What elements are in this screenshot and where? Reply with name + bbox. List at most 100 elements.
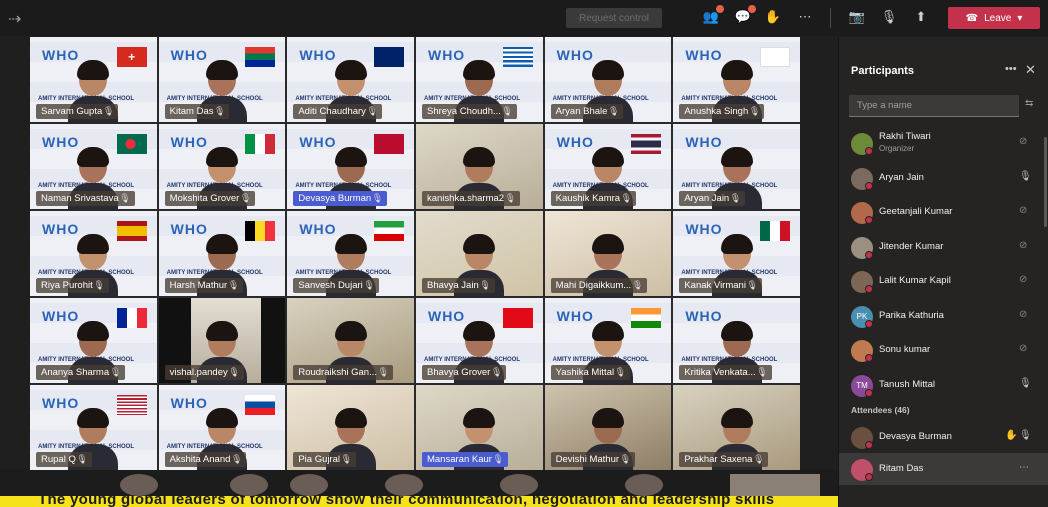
bangladesh-flag-icon (116, 134, 147, 154)
video-tile[interactable]: vishal.pandey 🎙 (158, 298, 286, 383)
status-dot (865, 147, 873, 155)
shared-screen-thumbnail[interactable] (730, 474, 820, 496)
mic-muted-icon[interactable]: 🎙 (880, 8, 898, 26)
participant-name: Ritam Das (879, 463, 924, 474)
video-tile[interactable]: WHOAMITY INTERNATIONAL SCHOOLKritika Ven… (673, 298, 800, 383)
mic-icon: 🎙 (109, 367, 122, 377)
share-invite-icon[interactable]: ⇆ (1025, 98, 1033, 109)
participant-row[interactable]: TM Tanush Mittal 🎙 (839, 369, 1048, 401)
mic-on-icon[interactable]: 🎙 (1019, 378, 1032, 389)
mic-icon: 🎙 (363, 280, 375, 290)
chevron-down-icon[interactable]: ▾ (1017, 13, 1022, 24)
participant-name-label: Aryan Bhale 🎙 (550, 104, 624, 119)
video-tile[interactable]: WHOAMITY INTERNATIONAL SCHOOLBhavya Grov… (415, 298, 543, 383)
video-tile[interactable]: WHOAMITY INTERNATIONAL SCHOOLAkshita Ana… (158, 385, 286, 470)
video-tile[interactable]: kanishka.sharma2 🎙 (415, 124, 543, 209)
participant-thumbnail[interactable] (385, 474, 423, 496)
participant-name-label: Rupal Q 🎙 (36, 452, 92, 467)
mic-icon: 🎙 (340, 454, 353, 464)
mic-on-icon[interactable]: 🎙 (1019, 171, 1032, 182)
participant-name-label: Devishi Mathur 🎙 (550, 452, 636, 467)
avatar (851, 167, 873, 190)
leave-button[interactable]: ☎ Leave ▾ (948, 7, 1040, 29)
mic-muted-icon[interactable]: ⊘ (1019, 309, 1027, 320)
video-tile[interactable]: WHOAMITY INTERNATIONAL SCHOOLAditi Chaud… (287, 37, 414, 122)
video-tile[interactable]: Prakhar Saxena 🎙 (673, 385, 800, 470)
mic-on-icon[interactable]: 🎙 (1019, 430, 1032, 441)
participant-row[interactable]: Lalit Kumar Kapil ⊘ (839, 265, 1048, 297)
video-tile[interactable]: WHOAMITY INTERNATIONAL SCHOOLSanvesh Duj… (287, 211, 414, 296)
participant-row[interactable]: Ritam Das ⋯ (839, 453, 1048, 485)
participant-row[interactable]: Geetanjali Kumar ⊘ (839, 196, 1048, 228)
video-tile[interactable]: WHOAMITY INTERNATIONAL SCHOOLDevasya Bur… (287, 124, 414, 209)
mic-muted-icon[interactable]: ⊘ (1019, 343, 1027, 354)
mic-icon: 🎙 (371, 193, 384, 203)
participant-name-label: Kitam Das 🎙 (164, 104, 230, 119)
close-icon[interactable]: ✕ (1025, 62, 1036, 78)
raised-hand-icon: ✋ (1005, 430, 1018, 441)
mic-muted-icon[interactable]: ⊘ (1019, 205, 1027, 216)
status-dot (865, 216, 873, 224)
participant-name-label: Bhavya Grover 🎙 (421, 365, 507, 380)
participant-thumbnail[interactable] (230, 474, 268, 496)
video-tile[interactable]: WHOAMITY INTERNATIONAL SCHOOLKitam Das🎙 (158, 37, 286, 122)
caption-text: The young global leaders of tomorrow sho… (38, 496, 775, 507)
mic-muted-icon[interactable]: ⊘ (1019, 240, 1027, 251)
video-tile[interactable]: WHOAMITY INTERNATIONAL SCHOOLAryan Jain🎙 (673, 124, 800, 209)
video-tile[interactable]: WHOAMITY INTERNATIONAL SCHOOLRupal Q🎙 (30, 385, 157, 470)
video-tile[interactable]: Bhavya Jain 🎙 (415, 211, 543, 296)
video-tile[interactable]: WHOAMITY INTERNATIONAL SCHOOLAnanya Shar… (30, 298, 157, 383)
video-tile[interactable]: WHOAMITY INTERNATIONAL SCHOOLNaman Sriva… (30, 124, 157, 209)
video-tile[interactable]: Pia Gujral 🎙 (287, 385, 414, 470)
video-tile[interactable]: WHOAMITY INTERNATIONAL SCHOOLYashika Mit… (544, 298, 672, 383)
participant-row[interactable]: PK Parika Kathuria ⊘ (839, 300, 1048, 332)
more-actions-icon[interactable]: ⋯ (796, 8, 814, 26)
participant-row[interactable]: Jitender Kumar ⊘ (839, 231, 1048, 263)
chat-icon[interactable]: 💬 (734, 5, 756, 26)
video-tile[interactable]: Roudraikshi Gan... 🎙 (287, 298, 414, 383)
mic-icon: 🎙 (614, 367, 627, 377)
mic-muted-icon[interactable]: ⊘ (1019, 136, 1027, 147)
participant-row[interactable]: Aryan Jain 🎙 (839, 162, 1048, 194)
participant-name-label: Aryan Jain 🎙 (679, 191, 746, 206)
mic-muted-icon[interactable]: ⊘ (1019, 274, 1027, 285)
video-tile[interactable]: WHOAMITY INTERNATIONAL SCHOOLMokshita Gr… (158, 124, 286, 209)
mic-icon: 🎙 (492, 454, 504, 464)
video-tile[interactable]: Mahi Digaikkum... 🎙 (544, 211, 672, 296)
participant-row[interactable]: Sonu kumar ⊘ (839, 334, 1048, 366)
video-tile[interactable]: WHOAMITY INTERNATIONAL SCHOOLKaushik Kam… (544, 124, 672, 209)
participant-search-input[interactable]: Type a name (849, 95, 1019, 117)
video-tile[interactable]: WHOAMITY INTERNATIONAL SCHOOLRiya Purohi… (30, 211, 157, 296)
participant-row[interactable]: Rakhi Tiwari Organizer ⊘ (839, 127, 1048, 159)
more-options-icon[interactable]: ⋯ (1019, 462, 1029, 473)
mic-icon: 🎙 (631, 280, 644, 290)
video-tile[interactable]: WHOAMITY INTERNATIONAL SCHOOLShreya Chou… (415, 37, 543, 122)
video-tile[interactable]: WHOAMITY INTERNATIONAL SCHOOLKanak Virma… (673, 211, 800, 296)
participant-name: Aryan Jain (879, 171, 924, 183)
camera-off-icon[interactable]: 📷 (848, 8, 866, 26)
slovakia-flag-icon (245, 395, 276, 415)
back-arrow-icon[interactable]: ⇢ (8, 9, 21, 29)
france-flag-icon (116, 308, 147, 328)
participant-thumbnail[interactable] (625, 474, 663, 496)
video-tile[interactable]: WHOAMITY INTERNATIONAL SCHOOL+Sarvam Gup… (30, 37, 157, 122)
participant-thumbnail[interactable] (500, 474, 538, 496)
participant-name-label: Prakhar Saxena 🎙 (679, 452, 769, 467)
video-tile[interactable]: Mansaran Kaur 🎙 (415, 385, 543, 470)
participant-thumbnail[interactable] (120, 474, 158, 496)
video-tile[interactable]: WHOAMITY INTERNATIONAL SCHOOLHarsh Mathu… (158, 211, 286, 296)
participants-icon[interactable]: 👥 (702, 5, 724, 26)
participant-name-label: Devasya Burman 🎙 (293, 191, 388, 206)
participant-row[interactable]: Devasya Burman ✋ 🎙 (839, 421, 1048, 453)
greece-flag-icon (502, 47, 533, 67)
video-tile[interactable]: WHOAMITY INTERNATIONAL SCHOOLAnushka Sin… (673, 37, 800, 122)
video-tile[interactable]: Devishi Mathur 🎙 (544, 385, 672, 470)
avatar (851, 340, 873, 362)
participant-thumbnail[interactable] (290, 474, 328, 496)
more-options-icon[interactable]: ••• (1005, 63, 1017, 75)
participant-name-label: Pia Gujral 🎙 (293, 452, 357, 467)
request-control-button[interactable]: Request control (566, 8, 662, 28)
share-screen-icon[interactable]: ⬆ (912, 8, 930, 26)
raise-hand-icon[interactable]: ✋ (764, 8, 782, 26)
video-tile[interactable]: WHOAMITY INTERNATIONAL SCHOOLAryan Bhale… (544, 37, 672, 122)
